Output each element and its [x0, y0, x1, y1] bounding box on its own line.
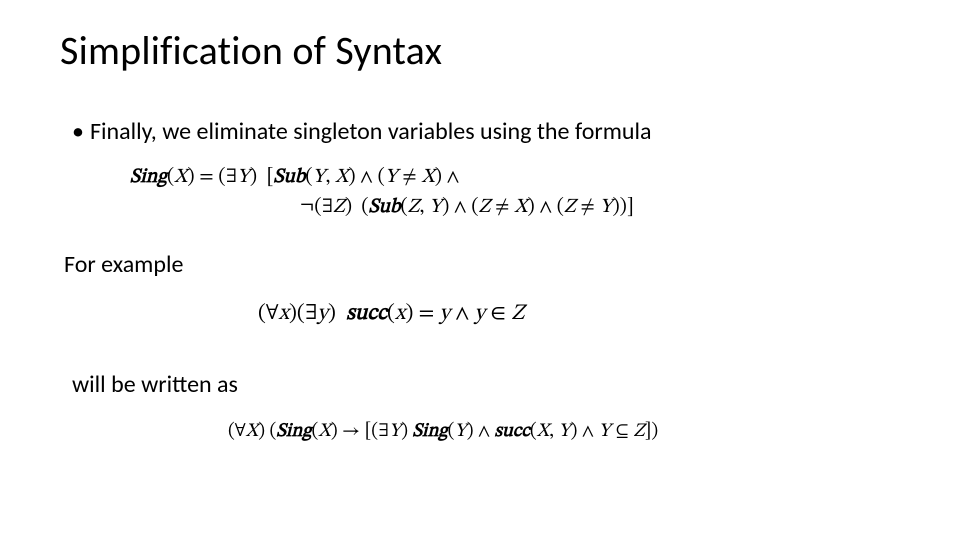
formula-example-before: (∀x)(∃y) succ(x) = y ∧ y ∈ Z: [258, 300, 524, 328]
formula-sing-def-line1: Sing(X) = (∃Y) [Sub(Y, X) ∧ (Y ≠ X) ∧: [130, 165, 459, 190]
formula-example-after: (∀X) (Sing(X) → [(∃Y) Sing(Y) ∧ succ(X, …: [228, 420, 658, 444]
text-for-example: For example: [64, 250, 183, 279]
text-will-be-written-as: will be written as: [72, 370, 238, 399]
bullet-marker: •: [72, 118, 90, 146]
bullet-text: Finally, we eliminate singleton variable…: [90, 118, 652, 146]
bullet-item: • Finally, we eliminate singleton variab…: [72, 118, 652, 146]
slide-title: Simplification of Syntax: [60, 26, 442, 75]
slide: { "title": "Simplification of Syntax", "…: [0, 0, 960, 540]
formula-sing-def-line2: ¬(∃Z) (Sub(Z, Y) ∧ (Z ≠ X) ∧ (Z ≠ Y))]: [300, 195, 634, 220]
